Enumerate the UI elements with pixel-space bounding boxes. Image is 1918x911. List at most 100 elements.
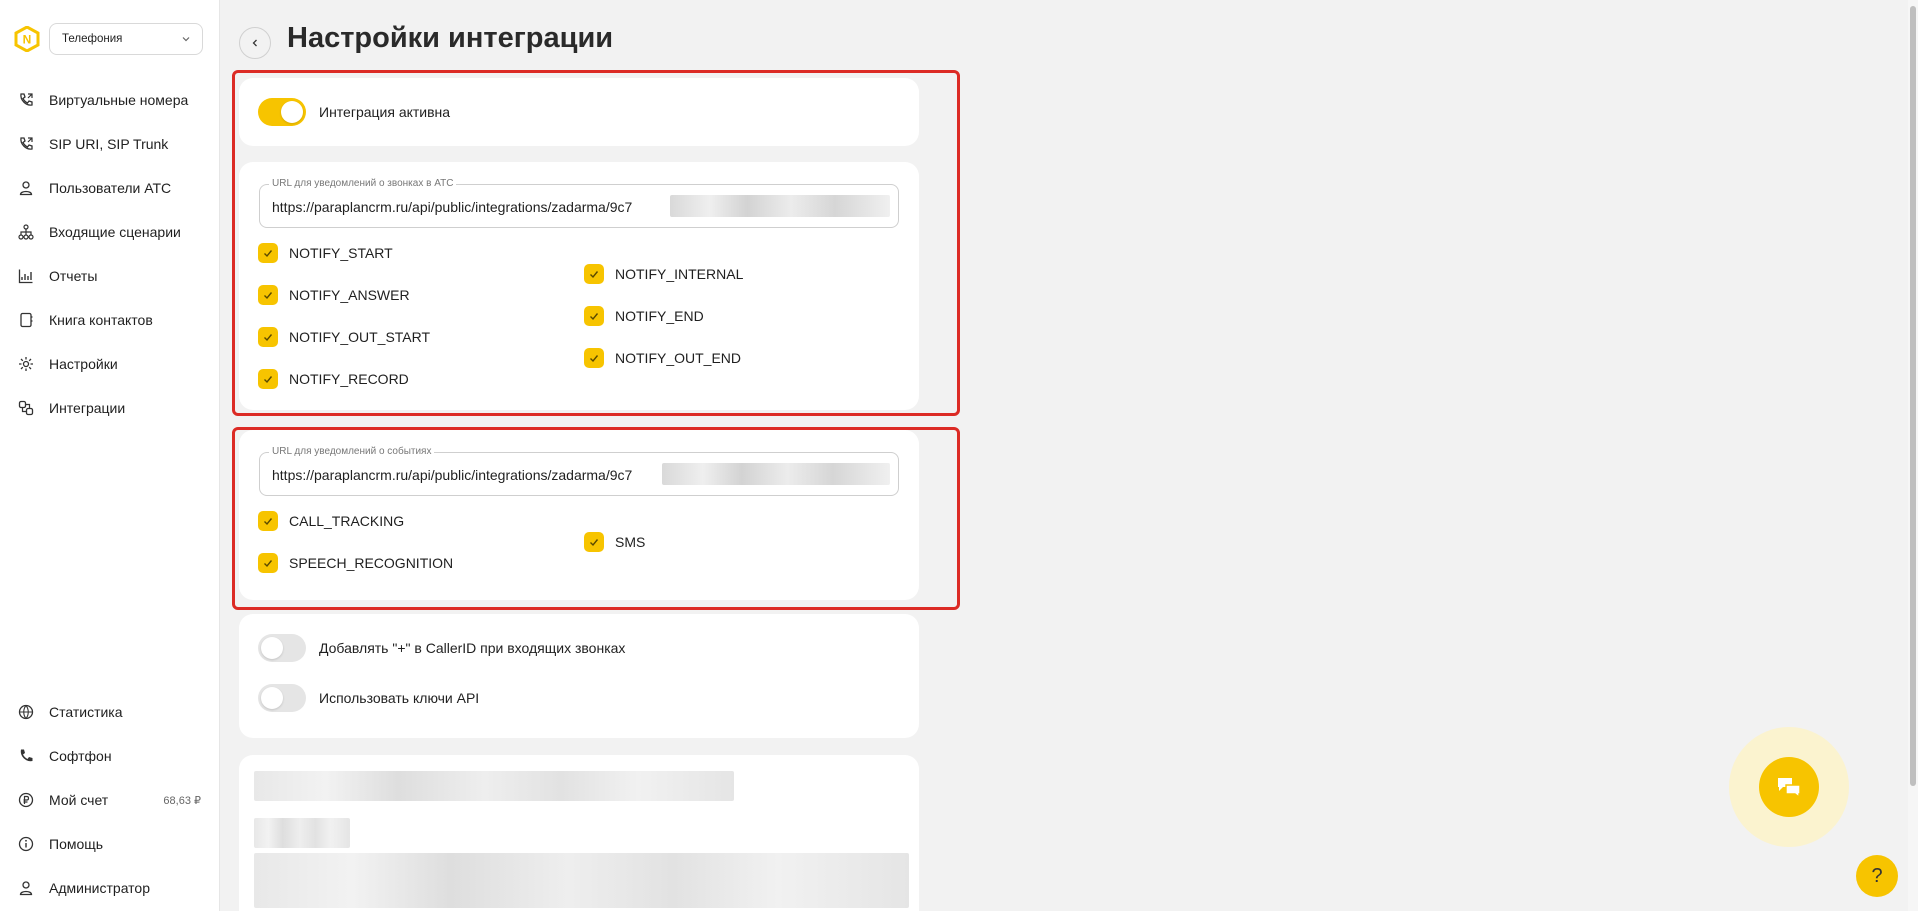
integration-active-toggle[interactable] xyxy=(258,98,306,126)
check-icon xyxy=(258,327,278,347)
checkbox-notify-out-start[interactable]: NOTIFY_OUT_START xyxy=(258,327,430,347)
user-icon xyxy=(17,879,35,897)
checkbox-label: SMS xyxy=(615,534,646,550)
checkbox-notify-record[interactable]: NOTIFY_RECORD xyxy=(258,369,409,389)
nav-item-integrations[interactable]: Интеграции xyxy=(0,390,220,426)
chat-bubbles-icon xyxy=(1778,778,1801,798)
integrations-icon xyxy=(17,399,35,417)
nav-item-label: Входящие сценарии xyxy=(49,224,181,240)
check-icon xyxy=(258,285,278,305)
nav-item-label: Настройки xyxy=(49,356,118,372)
nav-item-help[interactable]: Помощь xyxy=(0,826,220,862)
ruble-icon xyxy=(17,791,35,809)
nav-item-label: Помощь xyxy=(49,836,104,852)
chevron-down-icon xyxy=(182,37,190,42)
nav-item-pbx-users[interactable]: Пользователи АТС xyxy=(0,170,220,206)
nav-item-my-account[interactable]: Мой счет 68,63 ₽ xyxy=(0,782,220,818)
product-select-value: Телефония xyxy=(62,33,123,45)
check-icon xyxy=(258,553,278,573)
checkbox-call-tracking[interactable]: CALL_TRACKING xyxy=(258,511,404,531)
event-notifications-card: URL для уведомлений о событиях https://p… xyxy=(239,430,919,600)
chart-icon xyxy=(17,267,35,285)
nav-item-settings[interactable]: Настройки xyxy=(0,346,220,382)
phone-forward-icon xyxy=(17,91,35,109)
checkbox-notify-answer[interactable]: NOTIFY_ANSWER xyxy=(258,285,410,305)
nav-item-label: Виртуальные номера xyxy=(49,92,189,108)
checkbox-sms[interactable]: SMS xyxy=(584,532,645,552)
checkbox-label: NOTIFY_RECORD xyxy=(289,371,409,387)
nav-item-label: Отчеты xyxy=(49,268,98,284)
zadarma-logo-icon: N xyxy=(14,26,40,52)
account-balance: 68,63 ₽ xyxy=(163,794,201,807)
sidebar: N Телефония Виртуальные номера SIP URI, … xyxy=(0,0,220,911)
redacted-field-blur xyxy=(254,853,909,908)
checkbox-label: NOTIFY_ANSWER xyxy=(289,287,410,303)
check-icon xyxy=(584,532,604,552)
nav-item-sip[interactable]: SIP URI, SIP Trunk xyxy=(0,126,220,162)
nav-item-label: Статистика xyxy=(49,704,123,720)
pbx-url-legend: URL для уведомлений о звонках в АТС xyxy=(269,178,457,189)
nav-item-label: Мой счет xyxy=(49,792,109,808)
phone-icon xyxy=(17,747,35,765)
api-keys-label: Использовать ключи API xyxy=(319,690,480,706)
redacted-card xyxy=(239,755,919,911)
gear-icon xyxy=(17,355,35,373)
flow-tree-icon xyxy=(17,223,35,241)
checkbox-label: NOTIFY_OUT_START xyxy=(289,329,431,345)
nav-item-label: Пользователи АТС xyxy=(49,180,172,196)
redacted-url-blur xyxy=(670,195,890,217)
checkbox-notify-out-end[interactable]: NOTIFY_OUT_END xyxy=(584,348,741,368)
events-url-legend: URL для уведомлений о событиях xyxy=(269,446,435,457)
pbx-url-value: https://paraplancrm.ru/api/public/integr… xyxy=(272,199,633,215)
scrollbar-thumb[interactable] xyxy=(1910,6,1916,786)
nav-item-incoming-scenarios[interactable]: Входящие сценарии xyxy=(0,214,220,250)
nav-item-label: Софтфон xyxy=(49,748,112,764)
check-icon xyxy=(258,243,278,263)
events-url-field[interactable]: URL для уведомлений о событиях https://p… xyxy=(259,446,899,496)
nav-item-label: Книга контактов xyxy=(49,312,153,328)
check-icon xyxy=(258,511,278,531)
checkbox-label: CALL_TRACKING xyxy=(289,513,405,529)
nav-item-label: SIP URI, SIP Trunk xyxy=(49,136,169,152)
contacts-book-icon xyxy=(17,311,35,329)
back-button[interactable] xyxy=(239,27,271,59)
redacted-url-blur xyxy=(662,463,890,485)
checkbox-label: SPEECH_RECOGNITION xyxy=(289,555,454,571)
plus-callerid-label: Добавлять "+" в CallerID при входящих зв… xyxy=(319,640,626,656)
phone-forward-icon xyxy=(17,135,35,153)
integration-status-card: Интеграция активна xyxy=(239,78,919,146)
checkbox-label: NOTIFY_INTERNAL xyxy=(615,266,744,282)
help-button[interactable]: ? xyxy=(1856,855,1898,897)
nav-item-admin[interactable]: Администратор xyxy=(0,870,220,906)
scrollbar[interactable] xyxy=(1908,0,1918,911)
nav-item-contacts[interactable]: Книга контактов xyxy=(0,302,220,338)
checkbox-notify-start[interactable]: NOTIFY_START xyxy=(258,243,393,263)
api-keys-toggle[interactable] xyxy=(258,684,306,712)
checkbox-notify-end[interactable]: NOTIFY_END xyxy=(584,306,704,326)
nav-item-label: Интеграции xyxy=(49,400,126,416)
nav-item-reports[interactable]: Отчеты xyxy=(0,258,220,294)
check-icon xyxy=(584,306,604,326)
redacted-text-blur xyxy=(254,771,734,801)
product-select[interactable]: Телефония xyxy=(49,23,203,55)
redacted-text-blur xyxy=(254,818,350,848)
checkbox-label: NOTIFY_END xyxy=(615,308,704,324)
checkbox-notify-internal[interactable]: NOTIFY_INTERNAL xyxy=(584,264,743,284)
nav-item-statistics[interactable]: Статистика xyxy=(0,694,220,730)
nav-item-virtual-numbers[interactable]: Виртуальные номера xyxy=(0,82,220,118)
chevron-left-icon xyxy=(252,39,257,47)
nav-item-softphone[interactable]: Софтфон xyxy=(0,738,220,774)
events-url-value: https://paraplancrm.ru/api/public/integr… xyxy=(272,467,633,483)
checkbox-speech-recognition[interactable]: SPEECH_RECOGNITION xyxy=(258,553,453,573)
check-icon xyxy=(584,264,604,284)
pbx-url-field[interactable]: URL для уведомлений о звонках в АТС http… xyxy=(259,178,899,228)
nav-item-label: Администратор xyxy=(49,880,151,896)
svg-text:N: N xyxy=(23,33,32,47)
options-card: Добавлять "+" в CallerID при входящих зв… xyxy=(239,614,919,738)
chat-button[interactable] xyxy=(1759,757,1819,817)
integration-active-label: Интеграция активна xyxy=(319,104,451,120)
page-title: Настройки интеграции xyxy=(287,22,614,54)
plus-callerid-toggle[interactable] xyxy=(258,634,306,662)
info-icon xyxy=(17,835,35,853)
pbx-notifications-card: URL для уведомлений о звонках в АТС http… xyxy=(239,162,919,410)
